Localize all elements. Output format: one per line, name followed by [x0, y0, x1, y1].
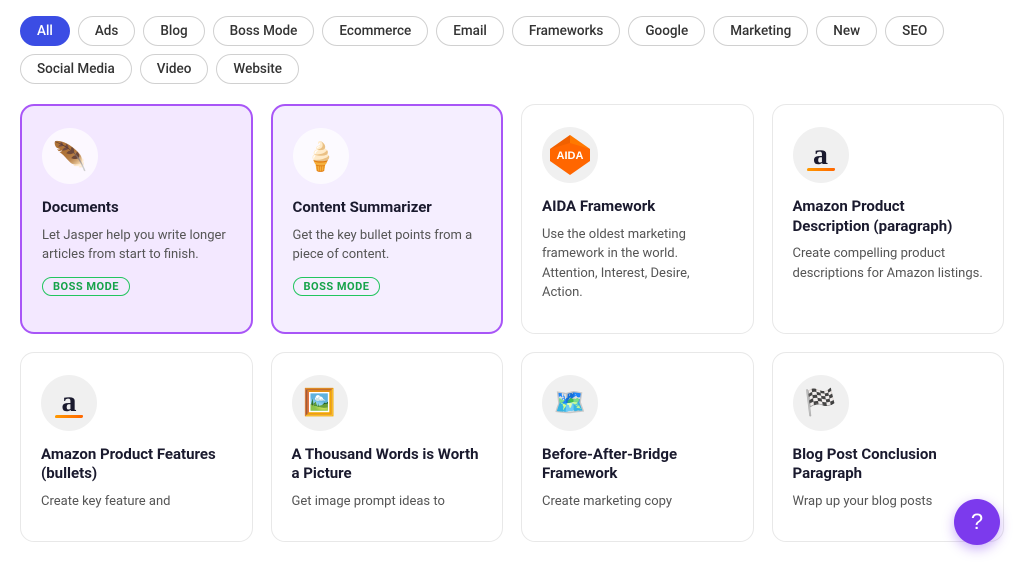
filter-chip-ads[interactable]: Ads — [78, 16, 136, 46]
card-desc-2: Use the oldest marketing framework in th… — [542, 225, 733, 303]
filter-chip-marketing[interactable]: Marketing — [713, 16, 808, 46]
filter-chip-boss-mode[interactable]: Boss Mode — [213, 16, 315, 46]
card-0[interactable]: 🪶 Documents Let Jasper help you write lo… — [20, 104, 253, 334]
card-icon-3: a — [793, 127, 849, 183]
card-title-0: Documents — [42, 198, 231, 218]
card-title-6: Before-After-Bridge Framework — [542, 445, 733, 484]
card-icon-6: 🗺️ — [542, 375, 598, 431]
card-icon-1: 🍦 — [293, 128, 349, 184]
filter-chip-seo[interactable]: SEO — [885, 16, 944, 46]
card-desc-7: Wrap up your blog posts — [793, 492, 984, 512]
filter-bar: All AdsBlog Boss ModeEcommerce Email Framewo… — [0, 0, 1024, 94]
svg-text:AIDA: AIDA — [557, 150, 584, 162]
card-6[interactable]: 🗺️ Before-After-Bridge Framework Create … — [521, 352, 754, 543]
filter-chip-all[interactable]: All — [20, 16, 70, 46]
card-title-3: Amazon Product Description (paragraph) — [793, 197, 984, 236]
card-desc-3: Create compelling product descriptions f… — [793, 244, 984, 283]
card-title-4: Amazon Product Features (bullets) — [41, 445, 232, 484]
card-3[interactable]: a Amazon Product Description (paragraph)… — [772, 104, 1005, 334]
card-desc-1: Get the key bullet points from a piece o… — [293, 226, 482, 265]
card-1[interactable]: 🍦 Content Summarizer Get the key bullet … — [271, 104, 504, 334]
filter-chip-email[interactable]: Email — [436, 16, 504, 46]
card-title-2: AIDA Framework — [542, 197, 733, 217]
filter-chip-frameworks[interactable]: Frameworks — [512, 16, 621, 46]
filter-chip-ecommerce[interactable]: Ecommerce — [322, 16, 428, 46]
card-grid: 🪶 Documents Let Jasper help you write lo… — [0, 94, 1024, 562]
card-desc-4: Create key feature and — [41, 492, 232, 512]
filter-chip-google[interactable]: Google — [628, 16, 705, 46]
card-icon-2: AIDA — [542, 127, 598, 183]
filter-chip-new[interactable]: New — [816, 16, 877, 46]
card-2[interactable]: AIDA AIDA Framework Use the oldest marke… — [521, 104, 754, 334]
card-desc-5: Get image prompt ideas to — [292, 492, 483, 512]
help-fab-button[interactable]: ? — [954, 499, 1000, 545]
card-icon-5: 🖼️ — [292, 375, 348, 431]
card-4[interactable]: a Amazon Product Features (bullets) Crea… — [20, 352, 253, 543]
card-icon-0: 🪶 — [42, 128, 98, 184]
card-desc-6: Create marketing copy — [542, 492, 733, 512]
card-badge-1: BOSS MODE — [293, 277, 381, 296]
filter-chip-video[interactable]: Video — [140, 54, 209, 84]
card-5[interactable]: 🖼️ A Thousand Words is Worth a Picture G… — [271, 352, 504, 543]
card-desc-0: Let Jasper help you write longer article… — [42, 226, 231, 265]
filter-chip-social-media[interactable]: Social Media — [20, 54, 132, 84]
card-badge-0: BOSS MODE — [42, 277, 130, 296]
card-title-5: A Thousand Words is Worth a Picture — [292, 445, 483, 484]
card-title-7: Blog Post Conclusion Paragraph — [793, 445, 984, 484]
filter-chip-website[interactable]: Website — [216, 54, 299, 84]
card-icon-7: 🏁 — [793, 375, 849, 431]
filter-chip-blog[interactable]: Blog — [143, 16, 204, 46]
card-title-1: Content Summarizer — [293, 198, 482, 218]
card-icon-4: a — [41, 375, 97, 431]
